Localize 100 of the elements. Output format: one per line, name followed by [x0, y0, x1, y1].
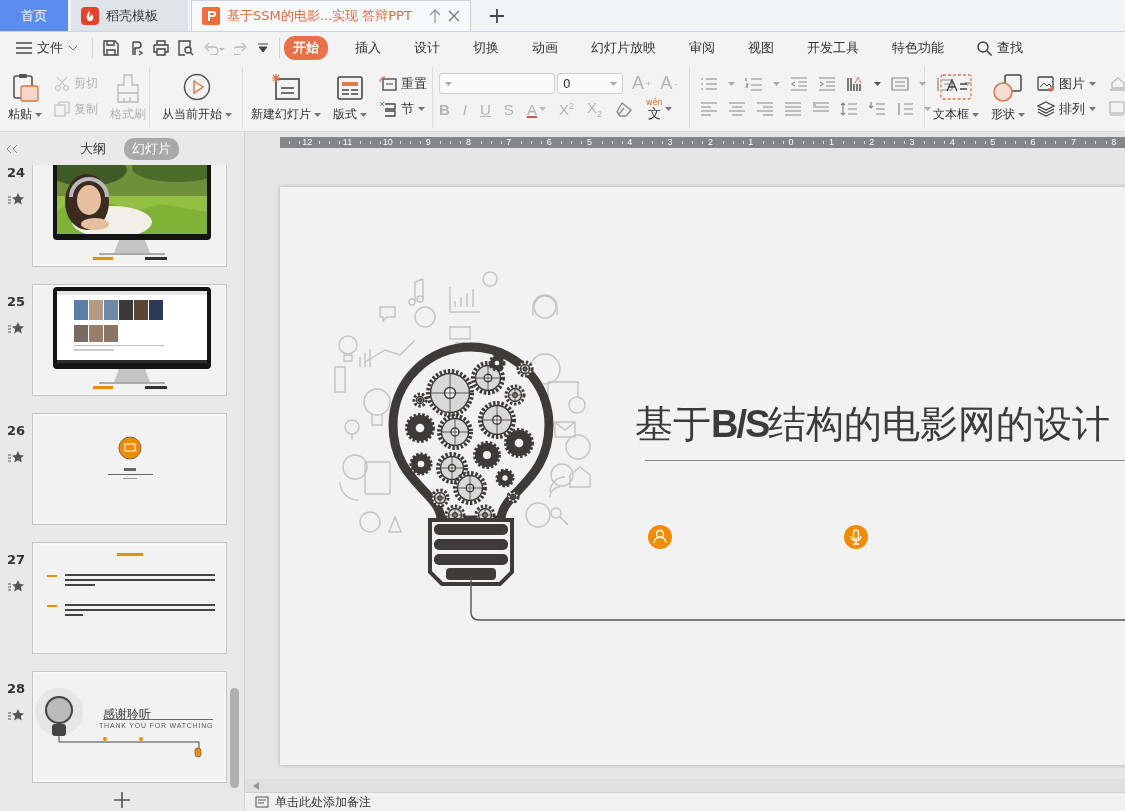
- caret-icon: [664, 107, 672, 112]
- increase-indent-icon[interactable]: [818, 75, 836, 92]
- caret-icon: [418, 107, 425, 112]
- ruler-number: 4: [947, 137, 957, 148]
- align-text-icon[interactable]: [891, 75, 909, 92]
- ribbon-tab[interactable]: 切换: [463, 36, 509, 60]
- print-preview-icon[interactable]: [178, 40, 194, 56]
- ruler-number: 7: [1068, 137, 1078, 148]
- arrow-up-icon[interactable]: [428, 9, 441, 23]
- notes-icon: [255, 796, 269, 808]
- slide-title: 基于B/S结构的电影网的设计: [635, 405, 1111, 443]
- play-icon: [183, 73, 211, 101]
- animation-star-icon: [8, 450, 24, 464]
- caret-icon: [35, 112, 42, 117]
- caret-icon: [972, 112, 979, 117]
- caret-icon: [314, 112, 321, 117]
- close-icon[interactable]: [447, 10, 460, 22]
- section-title-drawing: [108, 436, 153, 479]
- animation-star-icon: [8, 321, 24, 335]
- chevron-down-icon: [68, 45, 78, 51]
- new-slide-icon: [271, 73, 301, 103]
- scroll-left-icon[interactable]: [253, 781, 259, 790]
- scissors-icon: [54, 75, 70, 92]
- ruler-number: 10: [380, 137, 395, 148]
- section-icon: [379, 101, 397, 118]
- slide-thumbnail[interactable]: [32, 542, 227, 654]
- font-size-field[interactable]: 0: [557, 73, 623, 95]
- undo-icon[interactable]: [203, 41, 225, 55]
- slide-number: 27: [6, 552, 26, 567]
- line-direction-icon[interactable]: [936, 75, 954, 92]
- file-menu-button[interactable]: 文件: [6, 36, 88, 60]
- ribbon-tab[interactable]: 视图: [738, 36, 784, 60]
- text-box-button[interactable]: 文本框: [931, 71, 981, 128]
- image-icon: [1037, 75, 1055, 92]
- add-slide-button[interactable]: [114, 792, 130, 808]
- collapse-pane-icon[interactable]: [6, 143, 18, 154]
- scrollbar-thumb[interactable]: [230, 688, 239, 788]
- reset-button[interactable]: 重置: [377, 73, 429, 94]
- caret-icon: [964, 81, 971, 86]
- ruler-number: 3: [907, 137, 917, 148]
- reset-icon: [379, 75, 397, 92]
- search-icon: [977, 40, 992, 56]
- ruler-number: 3: [665, 137, 675, 148]
- print-icon[interactable]: [153, 40, 169, 56]
- app-tab[interactable]: 稻壳模板: [71, 0, 188, 31]
- section-button[interactable]: 节: [377, 99, 429, 120]
- ribbon-tab[interactable]: 特色功能: [882, 36, 954, 60]
- save-icon[interactable]: [103, 40, 119, 56]
- align-right-icon[interactable]: [756, 101, 774, 118]
- decrease-indent-icon[interactable]: [790, 75, 808, 92]
- bullet-list-icon[interactable]: [700, 75, 718, 92]
- shapes-icon: [993, 73, 1023, 103]
- numbered-list-icon[interactable]: [745, 75, 763, 92]
- caret-icon: [924, 107, 931, 112]
- redo-icon[interactable]: [234, 41, 248, 55]
- text-direction-icon[interactable]: [846, 75, 864, 92]
- font-name-field[interactable]: [439, 73, 555, 95]
- slide-number: 25: [6, 294, 26, 309]
- text-box-icon: [939, 73, 973, 101]
- layout-button[interactable]: 版式: [331, 71, 369, 128]
- paragraph-spacing-icon[interactable]: [868, 101, 886, 118]
- ruler-number: 8: [463, 137, 473, 148]
- ruler-number: 9: [423, 137, 433, 148]
- ruler-number: 6: [544, 137, 554, 148]
- caret-icon: [874, 81, 881, 86]
- brush-icon: [115, 73, 141, 103]
- notes-field[interactable]: 单击此处添加备注: [275, 793, 371, 811]
- arrange-button[interactable]: 排列: [1035, 99, 1098, 120]
- paste-button[interactable]: 粘贴: [6, 71, 44, 128]
- line-spacing-icon[interactable]: [840, 101, 858, 118]
- justify-icon[interactable]: [784, 101, 802, 118]
- plus-icon: [114, 792, 130, 808]
- shapes-button[interactable]: 形状: [989, 71, 1027, 128]
- eraser-icon[interactable]: [614, 101, 633, 118]
- plus-icon: [489, 8, 504, 23]
- ruler-number: 2: [867, 137, 877, 148]
- pane-tab[interactable]: 大纲: [72, 137, 114, 160]
- search-button[interactable]: 查找: [967, 36, 1033, 60]
- align-left-icon[interactable]: [700, 101, 718, 118]
- ribbon-tab[interactable]: 插入: [345, 36, 391, 60]
- ribbon-tab[interactable]: 审阅: [679, 36, 725, 60]
- thumbnail-title: 感谢聆听: [103, 706, 151, 723]
- ribbon-tab[interactable]: 动画: [522, 36, 568, 60]
- spacing-options-icon[interactable]: [896, 101, 914, 118]
- customize-caret-icon[interactable]: [257, 43, 269, 53]
- phonetic-guide-button[interactable]: wén 文: [645, 98, 672, 120]
- picture-button[interactable]: 图片: [1035, 73, 1098, 94]
- ruler-number: 11: [340, 137, 355, 148]
- layout-icon: [335, 73, 365, 103]
- slide-thumbnail[interactable]: [32, 165, 227, 267]
- play-from-current-button[interactable]: 从当前开始: [160, 71, 234, 128]
- align-center-icon[interactable]: [728, 101, 746, 118]
- caret-icon: [1089, 107, 1096, 112]
- ribbon-tab[interactable]: 设计: [404, 36, 450, 60]
- ribbon-tab[interactable]: 幻灯片放映: [581, 36, 666, 60]
- slide-thumbnail[interactable]: [32, 284, 227, 396]
- ribbon-tab[interactable]: 开发工具: [797, 36, 869, 60]
- new-slide-button[interactable]: 新建幻灯片: [249, 71, 323, 128]
- animation-star-icon: [8, 708, 24, 722]
- slide-thumbnail[interactable]: [32, 413, 227, 525]
